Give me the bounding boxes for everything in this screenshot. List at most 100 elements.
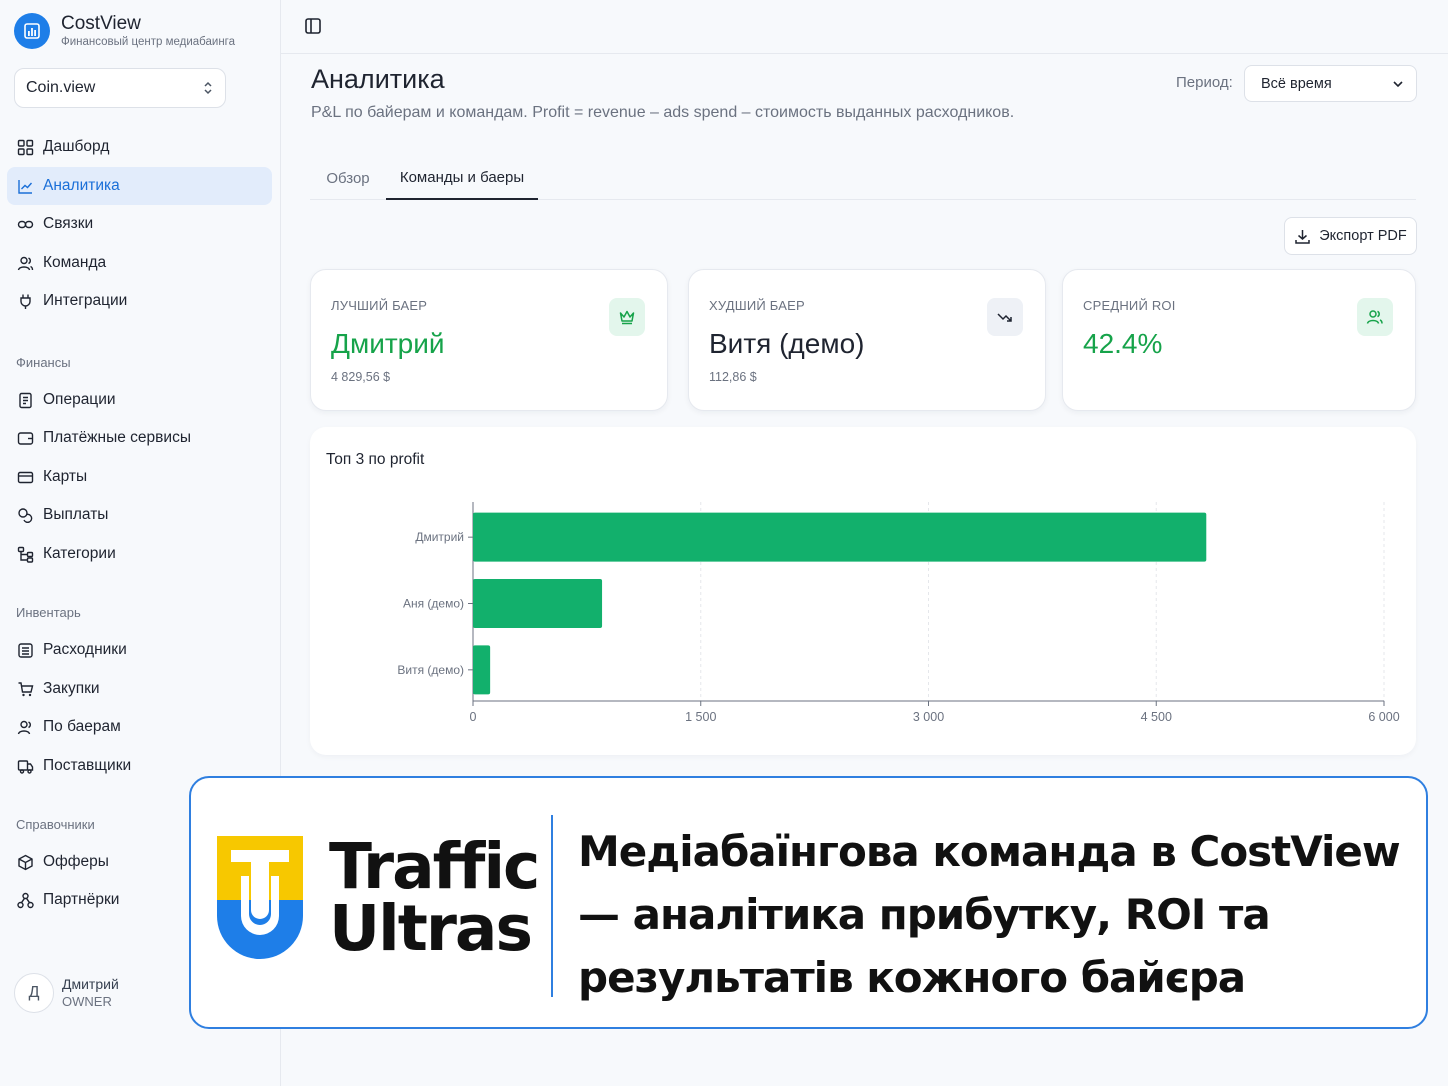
download-icon (1295, 229, 1310, 244)
kpi-value: 42.4% (1083, 328, 1163, 359)
nav-item-label: Поставщики (43, 757, 132, 774)
chart-bar (473, 579, 603, 628)
workspace-select[interactable]: Coin.view (14, 68, 226, 108)
nav-item-label: Карты (43, 468, 88, 485)
app-logo-icon (14, 13, 50, 49)
user-profile[interactable]: Д Дмитрий OWNER (14, 973, 119, 1013)
tree-icon (17, 546, 34, 563)
tab-teams-buyers[interactable]: Команды и баеры (386, 156, 538, 200)
kpi-sub: 112,86 $ (709, 370, 757, 384)
nav-item-label: Команда (43, 254, 107, 271)
nav-item-dashboard[interactable]: Дашборд (7, 128, 272, 166)
user-role: OWNER (62, 994, 112, 1009)
chart-svg: 0 1 500 3 000 4 500 6 000 Дмитрий Аня (демо) Ви… (397, 502, 1400, 724)
trending-down-icon (987, 298, 1023, 336)
network-icon (17, 892, 34, 908)
export-pdf-label: Экспорт PDF (1319, 228, 1407, 244)
truck-icon (17, 759, 34, 774)
period-label: Период: (1176, 74, 1233, 91)
chart-category-label: Аня (демо) (403, 597, 464, 611)
cart-icon (18, 681, 34, 696)
nav-item-label: Интеграции (43, 292, 128, 309)
tab-overview[interactable]: Обзор (310, 156, 386, 200)
nav-item-payment-services[interactable]: Платёжные сервисы (7, 419, 272, 457)
traffic-ultras-logo-icon (217, 836, 305, 965)
app-name: CostView (61, 13, 141, 34)
kpi-sub: 4 829,56 $ (331, 370, 391, 384)
nav-item-categories[interactable]: Категории (7, 535, 272, 573)
nav-item-label: Офферы (43, 853, 109, 870)
banner-brand: Traffic Ultras (329, 830, 540, 965)
nav-item-label: Расходники (43, 641, 127, 658)
banner-brand-line2: Ultras (329, 892, 533, 965)
chevron-down-icon (1393, 80, 1403, 87)
kpi-label: СРЕДНИЙ ROI (1083, 298, 1176, 313)
workspace-select-value: Coin.view (26, 79, 96, 96)
chart-x-tick-label: 4 500 (1141, 710, 1172, 724)
kpi-card-worst-buyer: ХУДШИЙ БАЕР Витя (демо) 112,86 $ (688, 269, 1046, 411)
dashboard-icon (17, 139, 34, 155)
nav-item-analytics[interactable]: Аналитика (7, 167, 272, 205)
banner-brand-line1: Traffic (329, 830, 540, 903)
kpi-card-best-buyer: ЛУЧШИЙ БАЕР Дмитрий 4 829,56 $ (310, 269, 668, 411)
user-icon (17, 720, 31, 734)
nav-item-payouts[interactable]: Выплаты (7, 496, 272, 534)
users-icon (17, 256, 34, 270)
page-subtitle: P&L по байерам и командам. Profit = reve… (311, 104, 1015, 121)
nav-item-team[interactable]: Команда (7, 244, 272, 282)
chart-x-tick-label: 3 000 (913, 710, 944, 724)
avatar: Д (14, 973, 54, 1013)
nav-item-label: Выплаты (43, 506, 109, 523)
nav-item-cards[interactable]: Карты (7, 458, 272, 496)
user-name: Дмитрий (62, 976, 119, 992)
wallet-icon (17, 431, 34, 445)
chart-card-top3: Топ 3 по profit 01 500 3 000 4 500 6 000 Дми… (310, 427, 1416, 755)
crown-icon (609, 298, 645, 336)
coins-icon (18, 507, 33, 523)
nav-item-label: Дашборд (43, 138, 110, 155)
nav-item-by-buyers[interactable]: По баерам (7, 708, 272, 746)
kpi-value: Дмитрий (331, 328, 445, 359)
brand[interactable]: CostView Финансовый центр медиабаинга (14, 13, 235, 49)
tabs: Обзор Команды и баеры (310, 156, 1416, 200)
kpi-card-avg-roi: СРЕДНИЙ ROI 42.4% (1062, 269, 1416, 411)
users-icon (1357, 298, 1393, 336)
nav-item-label: Категории (43, 545, 116, 562)
export-pdf-button[interactable]: Экспорт PDF (1284, 217, 1417, 255)
page-title: Аналитика (311, 64, 445, 94)
nav-section-finance: Финансы (16, 355, 71, 370)
banner-headline: Медіабаїнгова команда в CostView — аналі… (578, 827, 1401, 1002)
link-icon (17, 220, 34, 228)
nav-item-integrations[interactable]: Интеграции (7, 282, 272, 320)
nav-item-consumables[interactable]: Расходники (7, 631, 272, 669)
period-select-value: Всё время (1261, 75, 1332, 92)
nav-item-label: Партнёрки (43, 891, 120, 908)
nav-item-label: Аналитика (43, 177, 120, 194)
kpi-label: ЛУЧШИЙ БАЕР (331, 298, 428, 313)
app-subtitle: Финансовый центр медиабаинга (61, 36, 236, 48)
nav-item-label: Операции (43, 391, 116, 408)
chart-x-tick-label: 0 (470, 710, 477, 724)
kpi-value: Витя (демо) (709, 328, 865, 359)
nav-section-inventory: Инвентарь (16, 605, 81, 620)
nav-item-links[interactable]: Связки (7, 205, 272, 243)
period-select[interactable]: Всё время (1244, 65, 1417, 102)
sidebar-toggle-button[interactable] (303, 16, 323, 36)
banner-divider (551, 815, 553, 997)
nav-section-references: Справочники (16, 817, 95, 832)
receipt-icon (19, 392, 32, 408)
box-icon (18, 642, 33, 658)
nav-item-operations[interactable]: Операции (7, 381, 272, 419)
chart-category-label: Витя (демо) (397, 663, 464, 677)
promo-banner: Traffic Ultras Медіабаїнгова команда в C… (189, 776, 1428, 1029)
chart-bar (473, 645, 491, 695)
chart-category-label: Дмитрий (415, 530, 464, 544)
nav-item-label: По баерам (43, 718, 121, 735)
chevron-up-down-icon (204, 81, 212, 95)
package-icon (18, 854, 33, 870)
nav-item-label: Закупки (43, 680, 100, 697)
topbar (281, 0, 1448, 54)
credit-card-icon (17, 471, 34, 483)
sidebar-toggle-icon (305, 18, 321, 34)
nav-item-purchases[interactable]: Закупки (7, 670, 272, 708)
